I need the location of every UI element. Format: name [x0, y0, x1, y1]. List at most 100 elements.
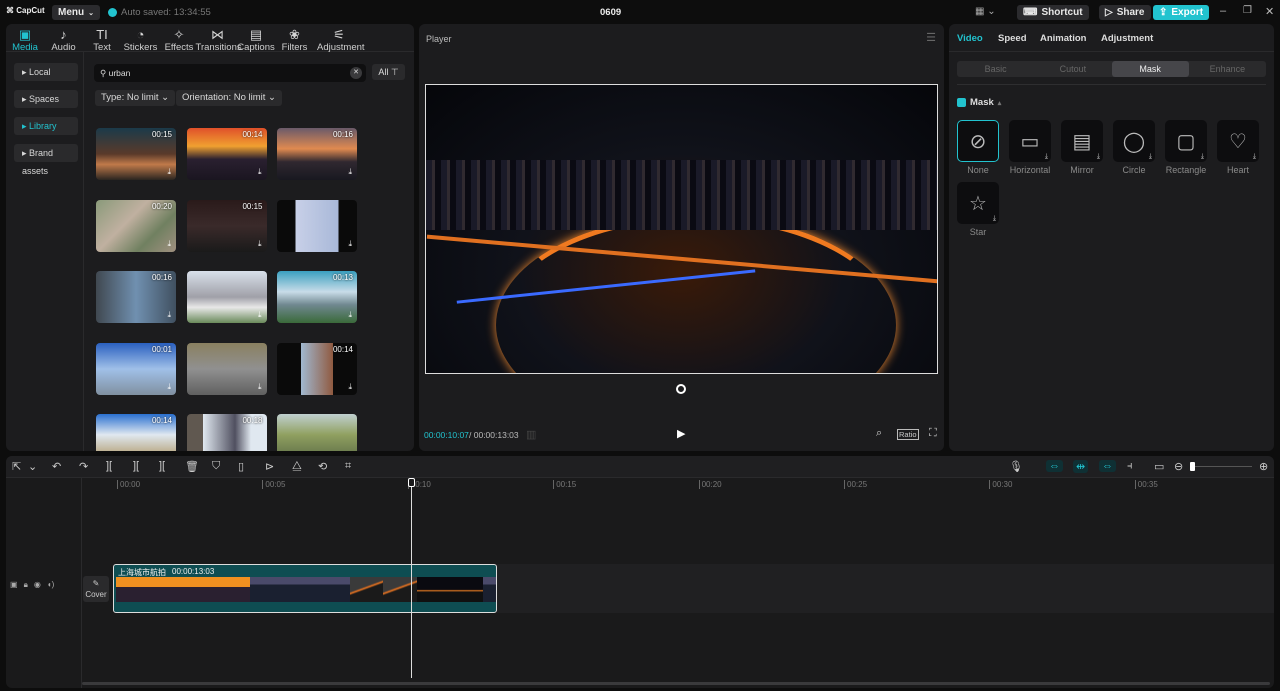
redo-icon[interactable]: ↷	[79, 460, 88, 473]
split-icon[interactable]: ][	[106, 460, 112, 472]
download-icon[interactable]: ⤓	[167, 239, 171, 249]
tab-filters[interactable]: ❀ Filters	[273, 27, 317, 53]
media-thumbnail[interactable]: 00:13 ⤓	[277, 271, 357, 323]
select-icon[interactable]: ⇱	[12, 460, 21, 473]
shortcut-button[interactable]: ⌨ Shortcut	[1017, 5, 1089, 20]
sidebar-item-local[interactable]: ▸ Local	[14, 63, 78, 81]
media-thumbnail[interactable]: ⤓	[277, 414, 357, 451]
play-button[interactable]: ▶	[677, 427, 685, 440]
tab-audio[interactable]: ♪ Audio	[42, 27, 86, 53]
split-right-icon[interactable]: ][	[159, 460, 165, 472]
clear-search-icon[interactable]: ✕	[350, 67, 362, 79]
mask-circle[interactable]: ◯ ⤓	[1113, 120, 1155, 162]
media-thumbnail[interactable]: 00:16 ⤓	[96, 271, 176, 323]
tab-stickers[interactable]: ◔ Stickers	[119, 27, 163, 53]
download-icon[interactable]: ⤓	[258, 310, 262, 320]
play-circle-icon[interactable]: ⊳	[265, 460, 274, 473]
fullscreen-icon[interactable]: ⛶	[929, 427, 937, 440]
media-thumbnail[interactable]: 00:20 ⤓	[96, 199, 176, 252]
mask-none[interactable]: ⊘	[957, 120, 999, 162]
sidebar-item-library[interactable]: ▸ Library	[14, 117, 78, 135]
media-thumbnail[interactable]: 00:14⤓	[96, 414, 176, 451]
mirror-icon[interactable]: ⧋	[292, 460, 302, 473]
preview-axis-icon[interactable]: ⇔	[1099, 460, 1116, 472]
playhead-handle[interactable]	[408, 478, 415, 487]
video-clip[interactable]: 上海城市航拍 00:00:13:03	[113, 564, 497, 613]
zoom-fit-icon[interactable]: ⌕	[876, 427, 882, 440]
ratio-button[interactable]: Ratio	[897, 429, 919, 440]
microphone-icon[interactable]: 🎙︎	[1009, 460, 1023, 473]
download-icon[interactable]: ⤓	[348, 239, 352, 249]
rotate-handle-icon[interactable]	[676, 384, 686, 394]
media-thumbnail[interactable]: ⤓	[186, 271, 267, 323]
tab-speed[interactable]: Speed	[998, 33, 1027, 44]
video-preview[interactable]	[425, 84, 938, 374]
eye-icon[interactable]: ◉	[34, 580, 41, 590]
download-icon[interactable]: ⤓	[348, 382, 352, 392]
snap-icon[interactable]: ⇹	[1073, 460, 1089, 473]
sidebar-item-brand-assets[interactable]: ▸ Brand assets	[14, 144, 78, 176]
mask-toggle[interactable]: Mask ▴	[957, 97, 1001, 108]
media-thumbnail[interactable]: ⤓	[186, 342, 267, 395]
media-thumbnail[interactable]: ⤓	[277, 199, 357, 252]
tab-adjustment[interactable]: Adjustment	[1101, 33, 1153, 44]
menu-button[interactable]: Menu ⌄	[52, 5, 100, 20]
sidebar-item-spaces[interactable]: ▸ Spaces	[14, 90, 78, 108]
zoom-slider-handle[interactable]	[1190, 462, 1195, 471]
freeze-icon[interactable]: ▯	[238, 460, 244, 473]
layout-icon[interactable]: ▦ ⌄	[975, 6, 996, 17]
subtab-basic[interactable]: Basic	[957, 61, 1034, 77]
undo-icon[interactable]: ↶	[52, 460, 61, 473]
download-icon[interactable]: ⤓	[348, 167, 352, 177]
mask-mirror[interactable]: ▤ ⤓	[1061, 120, 1103, 162]
media-thumbnail[interactable]: 00:18⤓	[186, 414, 267, 451]
timeline-scrollbar[interactable]	[82, 682, 1270, 685]
download-icon[interactable]: ⤓	[258, 239, 262, 249]
media-thumbnail[interactable]: 00:14⤓	[186, 128, 267, 180]
orientation-filter-dropdown[interactable]: Orientation: No limit ⌄	[176, 90, 283, 106]
crop-icon[interactable]: ⌗	[345, 460, 351, 473]
shield-icon[interactable]: ⛉	[212, 460, 220, 473]
audio-icon[interactable]: ◖)	[47, 580, 55, 590]
zoom-out-icon[interactable]: ⊖	[1174, 460, 1183, 473]
close-window-icon[interactable]: ✕	[1265, 5, 1274, 18]
mask-heart[interactable]: ♡ ⤓	[1217, 120, 1259, 162]
share-button[interactable]: ▷ Share	[1099, 5, 1151, 20]
restore-icon[interactable]: ❐	[1243, 5, 1252, 16]
download-icon[interactable]: ⤓	[167, 310, 171, 320]
mask-star[interactable]: ☆ ⤓	[957, 182, 999, 224]
download-icon[interactable]: ⤓	[167, 382, 171, 392]
subtab-enhance[interactable]: Enhance	[1189, 61, 1266, 77]
tab-transitions[interactable]: ⋈ Transitions	[196, 27, 242, 53]
delete-icon[interactable]: 🗑︎	[185, 460, 199, 473]
media-thumbnail[interactable]: 00:01 ⤓	[96, 342, 176, 395]
minimize-icon[interactable]: –	[1220, 5, 1226, 17]
cover-button[interactable]: ✎ Cover	[83, 576, 109, 602]
tab-captions[interactable]: ▤ Captions	[234, 27, 278, 53]
link-magnet-icon[interactable]: ⇔	[1046, 460, 1063, 472]
rotate-icon[interactable]: ⟲	[318, 460, 327, 473]
tab-text[interactable]: TI Text	[80, 27, 124, 53]
timeline-view-icon[interactable]: ▥	[526, 428, 536, 441]
subtab-mask[interactable]: Mask	[1111, 61, 1189, 77]
media-thumbnail[interactable]: 00:14⤓	[277, 342, 357, 395]
download-icon[interactable]: ⤓	[167, 167, 171, 177]
split-track-icon[interactable]: ⫞	[1127, 460, 1133, 473]
media-thumbnail[interactable]: 00:15 ⤓	[96, 128, 176, 180]
subtab-cutout[interactable]: Cutout	[1034, 61, 1111, 77]
playhead[interactable]	[411, 478, 412, 678]
tab-adjustment[interactable]: ⚟ Adjustment	[317, 27, 365, 53]
tab-effects[interactable]: ✧ Effects	[157, 27, 201, 53]
track-video-icon[interactable]: ▣	[10, 580, 18, 590]
chevron-down-icon[interactable]: ⌄	[28, 460, 37, 473]
caption-icon[interactable]: ▭	[1154, 460, 1164, 473]
filter-all-button[interactable]: All ⊤	[372, 64, 405, 80]
lock-icon[interactable]: 🔒︎	[24, 580, 28, 590]
split-left-icon[interactable]: ][	[133, 460, 139, 472]
export-button[interactable]: ⇪ Export	[1153, 5, 1210, 20]
search-input[interactable]: ⚲ urban ✕	[94, 64, 366, 82]
download-icon[interactable]: ⤓	[258, 167, 262, 177]
media-thumbnail[interactable]: 00:16 ⤓	[277, 128, 357, 180]
mask-rectangle[interactable]: ▢ ⤓	[1165, 120, 1207, 162]
mask-horizontal[interactable]: ▭ ⤓	[1009, 120, 1051, 162]
